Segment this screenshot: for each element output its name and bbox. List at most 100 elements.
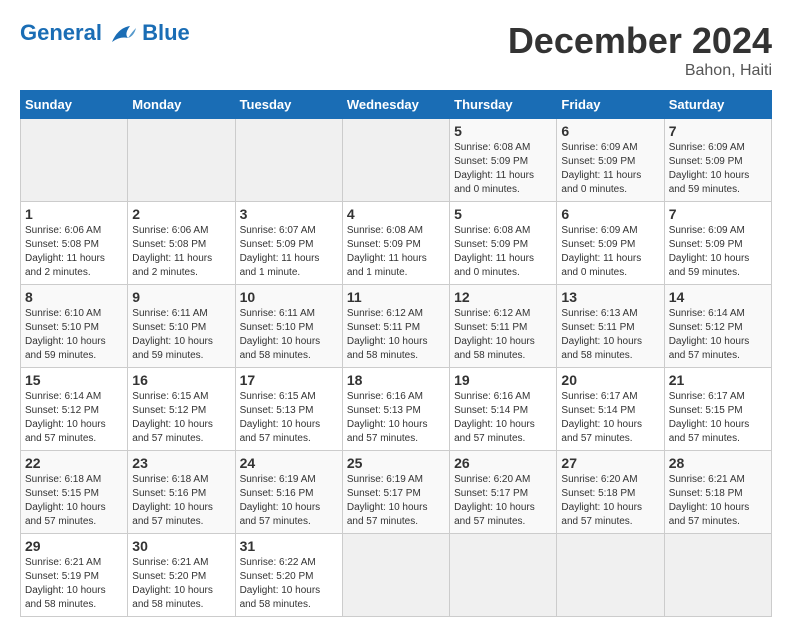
day-number: 6 xyxy=(561,123,659,139)
calendar-cell xyxy=(450,534,557,617)
day-number: 8 xyxy=(25,289,123,305)
cell-info: Sunrise: 6:07 AMSunset: 5:09 PMDaylight:… xyxy=(240,224,338,280)
day-number: 1 xyxy=(25,206,123,222)
cell-info: Sunrise: 6:13 AMSunset: 5:11 PMDaylight:… xyxy=(561,307,659,363)
cell-info: Sunrise: 6:11 AMSunset: 5:10 PMDaylight:… xyxy=(132,307,230,363)
col-header-thursday: Thursday xyxy=(450,91,557,119)
cell-info: Sunrise: 6:22 AMSunset: 5:20 PMDaylight:… xyxy=(240,556,338,612)
calendar-cell: 28Sunrise: 6:21 AMSunset: 5:18 PMDayligh… xyxy=(664,451,771,534)
col-header-friday: Friday xyxy=(557,91,664,119)
day-number: 2 xyxy=(132,206,230,222)
day-number: 18 xyxy=(347,372,445,388)
cell-info: Sunrise: 6:09 AMSunset: 5:09 PMDaylight:… xyxy=(561,224,659,280)
week-row-5: 22 Sunrise: 6:18 AMSunset: 5:15 PMDayligh… xyxy=(21,451,772,534)
calendar-cell: 13 Sunrise: 6:13 AMSunset: 5:11 PMDayligh… xyxy=(557,285,664,368)
calendar-cell: 12 Sunrise: 6:12 AMSunset: 5:11 PMDayligh… xyxy=(450,285,557,368)
cell-info: Sunrise: 6:09 AMSunset: 5:09 PMDaylight:… xyxy=(561,141,659,197)
day-number: 31 xyxy=(240,538,338,554)
calendar-cell: 5Sunrise: 6:08 AMSunset: 5:09 PMDaylight… xyxy=(450,119,557,202)
cell-info: Sunrise: 6:21 AMSunset: 5:18 PMDaylight:… xyxy=(669,473,767,529)
calendar-cell: 6 Sunrise: 6:09 AMSunset: 5:09 PMDaylight… xyxy=(557,202,664,285)
calendar-cell xyxy=(342,119,449,202)
cell-info: Sunrise: 6:14 AMSunset: 5:12 PMDaylight:… xyxy=(25,390,123,446)
week-row-4: 15 Sunrise: 6:14 AMSunset: 5:12 PMDayligh… xyxy=(21,368,772,451)
calendar-cell xyxy=(235,119,342,202)
day-number: 22 xyxy=(25,455,123,471)
cell-info: Sunrise: 6:15 AMSunset: 5:13 PMDaylight:… xyxy=(240,390,338,446)
cell-info: Sunrise: 6:06 AMSunset: 5:08 PMDaylight:… xyxy=(25,224,123,280)
day-number: 5 xyxy=(454,206,552,222)
cell-info: Sunrise: 6:09 AMSunset: 5:09 PMDaylight:… xyxy=(669,224,767,280)
calendar-cell: 26Sunrise: 6:20 AMSunset: 5:17 PMDayligh… xyxy=(450,451,557,534)
calendar-cell: 5 Sunrise: 6:08 AMSunset: 5:09 PMDaylight… xyxy=(450,202,557,285)
calendar-cell xyxy=(128,119,235,202)
day-number: 16 xyxy=(132,372,230,388)
day-number: 24 xyxy=(240,455,338,471)
cell-info: Sunrise: 6:16 AMSunset: 5:13 PMDaylight:… xyxy=(347,390,445,446)
calendar-cell xyxy=(664,534,771,617)
cell-info: Sunrise: 6:08 AMSunset: 5:09 PMDaylight:… xyxy=(454,224,552,280)
cell-info: Sunrise: 6:16 AMSunset: 5:14 PMDaylight:… xyxy=(454,390,552,446)
day-number: 17 xyxy=(240,372,338,388)
week-row-2: 1 Sunrise: 6:06 AMSunset: 5:08 PMDaylight… xyxy=(21,202,772,285)
day-number: 9 xyxy=(132,289,230,305)
calendar-cell xyxy=(342,534,449,617)
cell-info: Sunrise: 6:08 AMSunset: 5:09 PMDaylight:… xyxy=(347,224,445,280)
cell-info: Sunrise: 6:10 AMSunset: 5:10 PMDaylight:… xyxy=(25,307,123,363)
calendar-cell: 2Sunrise: 6:06 AMSunset: 5:08 PMDaylight… xyxy=(128,202,235,285)
cell-info: Sunrise: 6:14 AMSunset: 5:12 PMDaylight:… xyxy=(669,307,767,363)
day-number: 12 xyxy=(454,289,552,305)
day-number: 4 xyxy=(347,206,445,222)
calendar-cell: 22 Sunrise: 6:18 AMSunset: 5:15 PMDayligh… xyxy=(21,451,128,534)
col-header-saturday: Saturday xyxy=(664,91,771,119)
calendar-cell: 25Sunrise: 6:19 AMSunset: 5:17 PMDayligh… xyxy=(342,451,449,534)
cell-info: Sunrise: 6:21 AMSunset: 5:19 PMDaylight:… xyxy=(25,556,123,612)
day-number: 7 xyxy=(669,206,767,222)
calendar-cell: 27 Sunrise: 6:20 AMSunset: 5:18 PMDayligh… xyxy=(557,451,664,534)
cell-info: Sunrise: 6:21 AMSunset: 5:20 PMDaylight:… xyxy=(132,556,230,612)
calendar-table: SundayMondayTuesdayWednesdayThursdayFrid… xyxy=(20,90,772,617)
week-row-3: 8 Sunrise: 6:10 AMSunset: 5:10 PMDaylight… xyxy=(21,285,772,368)
day-number: 5 xyxy=(454,123,552,139)
calendar-cell: 20Sunrise: 6:17 AMSunset: 5:14 PMDayligh… xyxy=(557,368,664,451)
day-number: 7 xyxy=(669,123,767,139)
cell-info: Sunrise: 6:18 AMSunset: 5:15 PMDaylight:… xyxy=(25,473,123,529)
calendar-cell: 7 Sunrise: 6:09 AMSunset: 5:09 PMDaylight… xyxy=(664,202,771,285)
cell-info: Sunrise: 6:12 AMSunset: 5:11 PMDaylight:… xyxy=(454,307,552,363)
col-header-monday: Monday xyxy=(128,91,235,119)
day-number: 26 xyxy=(454,455,552,471)
col-header-tuesday: Tuesday xyxy=(235,91,342,119)
logo-bird-icon xyxy=(110,24,138,46)
week-row-6: 29 Sunrise: 6:21 AMSunset: 5:19 PMDayligh… xyxy=(21,534,772,617)
calendar-cell: 14Sunrise: 6:14 AMSunset: 5:12 PMDayligh… xyxy=(664,285,771,368)
calendar-cell: 3Sunrise: 6:07 AMSunset: 5:09 PMDaylight… xyxy=(235,202,342,285)
calendar-cell: 7Sunrise: 6:09 AMSunset: 5:09 PMDaylight… xyxy=(664,119,771,202)
col-header-sunday: Sunday xyxy=(21,91,128,119)
calendar-cell: 15 Sunrise: 6:14 AMSunset: 5:12 PMDayligh… xyxy=(21,368,128,451)
month-title: December 2024 xyxy=(508,20,772,62)
col-header-wednesday: Wednesday xyxy=(342,91,449,119)
calendar-cell: 23Sunrise: 6:18 AMSunset: 5:16 PMDayligh… xyxy=(128,451,235,534)
calendar-cell: 21Sunrise: 6:17 AMSunset: 5:15 PMDayligh… xyxy=(664,368,771,451)
calendar-cell: 9 Sunrise: 6:11 AMSunset: 5:10 PMDaylight… xyxy=(128,285,235,368)
cell-info: Sunrise: 6:20 AMSunset: 5:18 PMDaylight:… xyxy=(561,473,659,529)
calendar-cell: 18 Sunrise: 6:16 AMSunset: 5:13 PMDayligh… xyxy=(342,368,449,451)
week-row-1: 5Sunrise: 6:08 AMSunset: 5:09 PMDaylight… xyxy=(21,119,772,202)
day-number: 27 xyxy=(561,455,659,471)
calendar-cell: 24Sunrise: 6:19 AMSunset: 5:16 PMDayligh… xyxy=(235,451,342,534)
day-number: 29 xyxy=(25,538,123,554)
day-number: 13 xyxy=(561,289,659,305)
day-number: 6 xyxy=(561,206,659,222)
day-number: 15 xyxy=(25,372,123,388)
cell-info: Sunrise: 6:12 AMSunset: 5:11 PMDaylight:… xyxy=(347,307,445,363)
calendar-cell: 8 Sunrise: 6:10 AMSunset: 5:10 PMDaylight… xyxy=(21,285,128,368)
calendar-cell: 31 Sunrise: 6:22 AMSunset: 5:20 PMDayligh… xyxy=(235,534,342,617)
calendar-cell: 1 Sunrise: 6:06 AMSunset: 5:08 PMDaylight… xyxy=(21,202,128,285)
day-number: 20 xyxy=(561,372,659,388)
calendar-cell: 10Sunrise: 6:11 AMSunset: 5:10 PMDayligh… xyxy=(235,285,342,368)
calendar-cell: 30 Sunrise: 6:21 AMSunset: 5:20 PMDayligh… xyxy=(128,534,235,617)
header-row: SundayMondayTuesdayWednesdayThursdayFrid… xyxy=(21,91,772,119)
logo-general: General xyxy=(20,20,102,45)
day-number: 30 xyxy=(132,538,230,554)
logo-text: General Blue xyxy=(20,20,190,46)
